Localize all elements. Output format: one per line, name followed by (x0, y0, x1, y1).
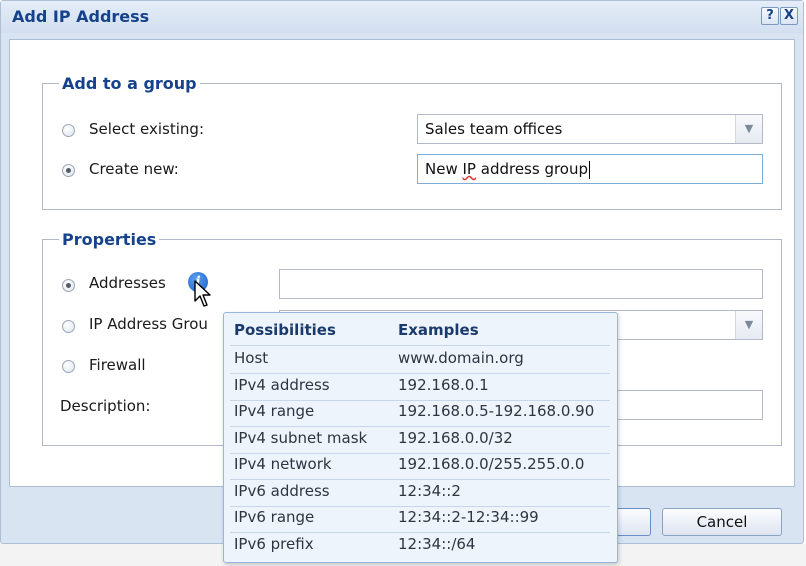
tooltip-row-divider (230, 532, 610, 533)
create-new-radio[interactable] (62, 164, 75, 177)
close-button[interactable]: X (780, 7, 798, 25)
address-format-tooltip: Possibilities Examples Host www.domain.or… (223, 312, 618, 563)
ip-address-group-radio[interactable] (62, 320, 75, 333)
new-group-name-input[interactable]: New IP address group (417, 154, 763, 184)
tooltip-possibility-cell: IPv4 subnet mask (234, 428, 368, 447)
dialog-title: Add IP Address (12, 7, 150, 26)
text-cursor (589, 160, 591, 179)
ip-address-group-label: IP Address Grou (89, 315, 208, 333)
tooltip-example-cell: 12:34::2-12:34::99 (398, 508, 539, 526)
existing-group-dropdown-button[interactable]: ▼ (735, 115, 762, 143)
ip-group-dropdown-button[interactable]: ▼ (735, 311, 762, 339)
mouse-pointer-icon (194, 280, 211, 307)
chevron-down-icon: ▼ (744, 318, 754, 331)
tooltip-header-divider (230, 345, 610, 346)
tooltip-row-divider (230, 452, 610, 454)
tooltip-example-cell: 12:34::2 (398, 481, 461, 500)
existing-group-select[interactable]: Sales team offices ▼ (417, 114, 763, 144)
select-existing-radio[interactable] (62, 124, 75, 137)
help-icon: ? (766, 8, 774, 23)
tooltip-possibility-cell: IPv4 range (234, 402, 315, 420)
tooltip-possibility-cell: IPv4 address (234, 375, 330, 394)
tooltip-possibility-cell: Host (234, 349, 269, 367)
help-button[interactable]: ? (761, 7, 779, 25)
select-existing-label: Select existing: (89, 120, 204, 138)
tooltip-possibility-cell: IPv6 range (234, 508, 315, 526)
firewall-label: Firewall (89, 356, 146, 374)
tooltip-example-cell: 12:34::/64 (398, 534, 476, 553)
new-group-name-part2: address group (475, 160, 589, 178)
tooltip-row-divider (230, 479, 610, 480)
tooltip-example-cell: www.domain.org (398, 349, 524, 367)
cancel-button-label: Cancel (696, 513, 748, 531)
tooltip-example-cell: 192.168.0.5-192.168.0.90 (398, 402, 595, 420)
tooltip-possibility-cell: IPv6 prefix (234, 534, 314, 553)
tooltip-example-cell: 192.168.0.0/32 (398, 428, 513, 447)
tooltip-example-cell: 192.168.0.1 (398, 375, 489, 394)
create-new-label: Create new: (89, 160, 179, 178)
tooltip-example-cell: 192.168.0.0/255.255.0.0 (398, 455, 585, 473)
tooltip-possibility-cell: IPv4 network (234, 455, 332, 473)
new-group-name-typo: IP (462, 160, 476, 178)
firewall-radio[interactable] (62, 360, 75, 373)
addresses-label: Addresses (89, 274, 166, 292)
close-icon: X (783, 8, 795, 23)
tooltip-header-examples: Examples (398, 321, 479, 339)
chevron-down-icon: ▼ (744, 122, 754, 135)
dialog-titlebar[interactable]: Add IP Address ? X (1, 1, 803, 33)
addresses-input[interactable] (279, 269, 763, 299)
tooltip-header-possibilities: Possibilities (234, 321, 336, 339)
properties-legend: Properties (62, 230, 157, 249)
addresses-radio[interactable] (62, 279, 75, 292)
tooltip-row-divider (230, 399, 610, 401)
cancel-button[interactable]: Cancel (662, 508, 782, 536)
description-label: Description: (60, 397, 151, 415)
tooltip-row-divider (230, 373, 610, 374)
tooltip-row-divider (230, 426, 610, 427)
tooltip-row-divider (230, 505, 610, 507)
new-group-name-part1: New (425, 160, 463, 178)
add-to-group-legend: Add to a group (62, 74, 197, 93)
existing-group-value: Sales team offices (425, 120, 563, 138)
tooltip-possibility-cell: IPv6 address (234, 481, 330, 500)
